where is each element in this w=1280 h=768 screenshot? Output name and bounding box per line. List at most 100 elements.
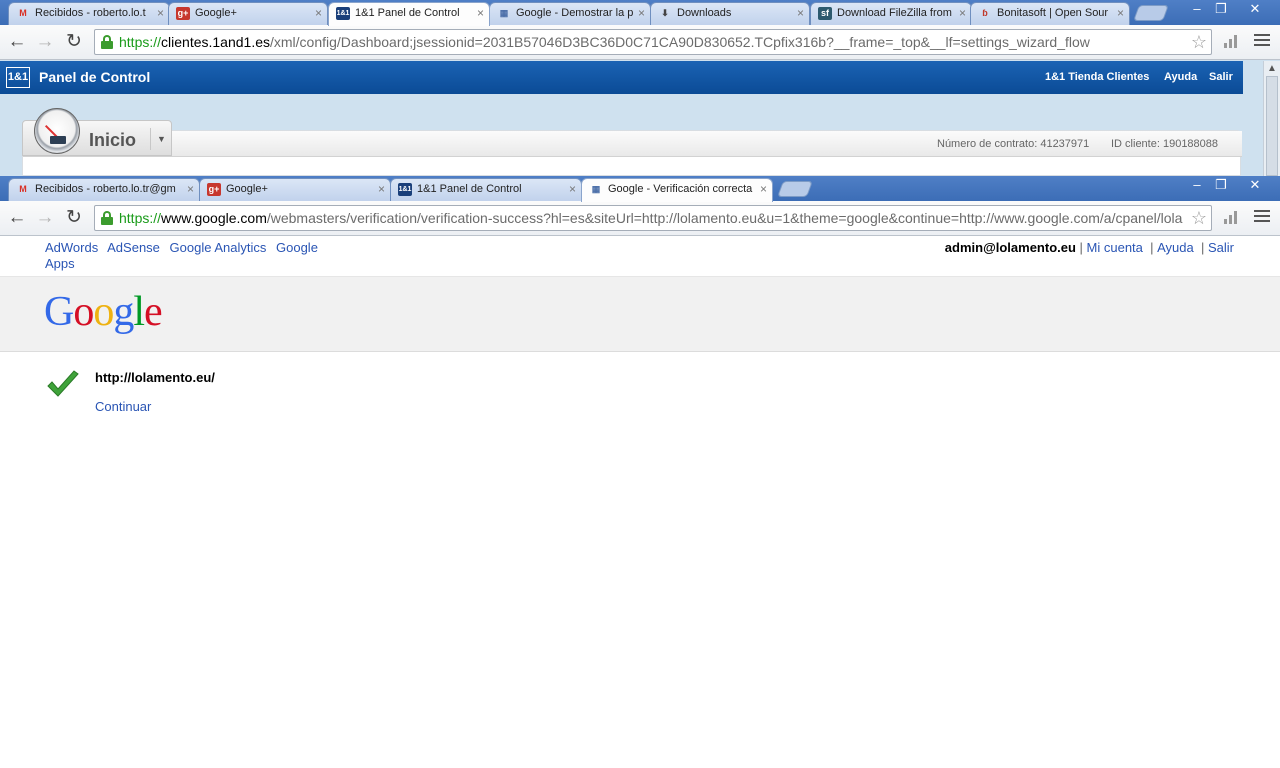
analytics-link[interactable]: Google Analytics — [170, 240, 267, 255]
restore-icon[interactable]: ❐ — [1208, 0, 1234, 20]
close-icon[interactable]: × — [760, 179, 767, 200]
tab-title: Google - Demostrar la p — [516, 7, 634, 19]
close-icon[interactable]: × — [638, 3, 645, 24]
forward-icon[interactable]: → — [33, 206, 57, 230]
new-tab-button[interactable] — [1133, 5, 1169, 21]
google-logo: Google — [44, 288, 163, 336]
menu-icon[interactable] — [1254, 210, 1270, 224]
close-icon[interactable]: × — [187, 179, 194, 200]
chevron-down-icon[interactable]: ▼ — [150, 128, 172, 150]
new-tab-button[interactable] — [777, 181, 813, 197]
checkmark-icon — [47, 370, 79, 397]
minimize-icon[interactable]: – — [1184, 176, 1210, 196]
address-bar[interactable]: https://www.google.com/webmasters/verifi… — [94, 205, 1212, 231]
reload-icon[interactable]: ↻ — [62, 30, 86, 54]
close-window-icon[interactable]: ✕ — [1240, 0, 1270, 20]
logo-letter: o — [93, 289, 114, 335]
panel-header: 1&1 Panel de Control 1&1 Tienda Clientes… — [0, 61, 1243, 94]
google-page-icon: ▦ — [499, 8, 509, 18]
tab-google-verificacion[interactable]: ▦ Google - Verificación correcta × — [581, 178, 773, 202]
signal-bars-icon[interactable] — [1224, 210, 1238, 224]
verified-site-url: http://lolamento.eu/ — [95, 370, 215, 385]
lock-icon — [101, 35, 113, 49]
tab-1and1-panel[interactable]: 1&1 1&1 Panel de Control × — [328, 2, 490, 26]
adsense-link[interactable]: AdSense — [107, 240, 160, 255]
google-header — [0, 276, 1280, 352]
google-product-links: AdWords AdSense Google Analytics Google … — [45, 240, 345, 272]
logo-letter: g — [113, 289, 134, 335]
logo-letter: l — [133, 289, 145, 335]
url-host: clientes.1and1.es — [161, 34, 270, 50]
tab-gmail[interactable]: M Recibidos - roberto.lo.tr@gm × — [8, 178, 200, 201]
menu-icon[interactable] — [1254, 34, 1270, 48]
mi-cuenta-link[interactable]: Mi cuenta — [1087, 240, 1143, 255]
reload-icon[interactable]: ↻ — [62, 206, 86, 230]
restore-icon[interactable]: ❐ — [1208, 176, 1234, 196]
ayuda-link[interactable]: Ayuda — [1164, 71, 1197, 83]
inicio-label: Inicio — [89, 130, 137, 150]
back-icon[interactable]: ← — [5, 30, 29, 54]
address-bar[interactable]: https://clientes.1and1.es/xml/config/Das… — [94, 29, 1212, 55]
tab-title: Recibidos - roberto.lo.tr@gm — [35, 183, 176, 195]
url-path: /webmasters/verification/verification-su… — [266, 210, 1183, 226]
browser-toolbar: ← → ↻ https://clientes.1and1.es/xml/conf… — [0, 25, 1280, 60]
forward-icon[interactable]: → — [33, 30, 57, 54]
logo-letter: e — [144, 289, 163, 335]
lock-icon — [101, 211, 113, 225]
tab-bonitasoft[interactable]: ɓ Bonitasoft | Open Sour × — [970, 2, 1130, 25]
close-icon[interactable]: × — [959, 3, 966, 24]
google-plus-icon: g+ — [176, 7, 190, 20]
tab-downloads[interactable]: ⬇ Downloads × — [650, 2, 810, 25]
tab-gmail[interactable]: M Recibidos - roberto.lo.t × — [8, 2, 170, 25]
adwords-link[interactable]: AdWords — [45, 240, 98, 255]
close-icon[interactable]: × — [315, 3, 322, 24]
tab-title: Google+ — [226, 183, 268, 195]
url-host: www.google.com — [161, 210, 267, 226]
background-browser-window: M Recibidos - roberto.lo.t × g+ Google+ … — [0, 0, 1280, 176]
close-window-icon[interactable]: ✕ — [1240, 176, 1270, 196]
close-icon[interactable]: × — [1117, 3, 1124, 24]
google-plus-icon: g+ — [207, 183, 221, 196]
url-scheme: https:// — [119, 210, 162, 226]
scroll-up-icon[interactable]: ▲ — [1267, 63, 1277, 74]
close-icon[interactable]: × — [797, 3, 804, 24]
tab-google-plus[interactable]: g+ Google+ × — [168, 2, 328, 25]
back-icon[interactable]: ← — [5, 206, 29, 230]
continue-link[interactable]: Continuar — [95, 399, 151, 414]
close-icon[interactable]: × — [157, 3, 164, 24]
bookmark-star-icon[interactable]: ☆ — [1191, 206, 1207, 230]
tab-title: Bonitasoft | Open Sour — [997, 7, 1109, 19]
panel-title: Panel de Control — [39, 69, 151, 85]
tab-title: Recibidos - roberto.lo.t — [35, 7, 146, 19]
user-email: admin@lolamento.eu — [944, 240, 1076, 255]
close-icon[interactable]: × — [569, 179, 576, 200]
tienda-clientes-link[interactable]: 1&1 Tienda Clientes — [1045, 71, 1149, 83]
close-icon[interactable]: × — [378, 179, 385, 200]
tab-google-demostrar[interactable]: ▦ Google - Demostrar la p × — [489, 2, 651, 25]
inicio-panel — [22, 130, 1242, 176]
tab-filezilla[interactable]: sf Download FileZilla from × — [810, 2, 972, 25]
foreground-browser-window: M Recibidos - roberto.lo.tr@gm × g+ Goog… — [0, 176, 1280, 768]
close-icon[interactable]: × — [477, 3, 484, 24]
sourceforge-icon: sf — [818, 7, 832, 20]
tab-google-plus[interactable]: g+ Google+ × — [199, 178, 391, 201]
tab-title: Download FileZilla from — [837, 7, 952, 19]
salir-link[interactable]: Salir — [1209, 71, 1233, 83]
signal-bars-icon[interactable] — [1224, 34, 1238, 48]
tab-title: Downloads — [677, 7, 732, 19]
salir-link[interactable]: Salir — [1208, 240, 1234, 255]
tab-title: 1&1 Panel de Control — [417, 183, 522, 195]
tab-title: Google+ — [195, 7, 237, 19]
ayuda-link[interactable]: Ayuda — [1157, 240, 1194, 255]
user-bar: admin@lolamento.eu | Mi cuenta | Ayuda |… — [944, 240, 1234, 255]
scrollbar-thumb[interactable] — [1266, 76, 1278, 176]
browser-toolbar: ← → ↻ https://www.google.com/webmasters/… — [0, 201, 1280, 236]
url-scheme: https:// — [119, 34, 162, 50]
scrollbar[interactable]: ▲ — [1263, 61, 1280, 176]
bookmark-star-icon[interactable]: ☆ — [1191, 30, 1207, 54]
oneandone-logo: 1&1 — [6, 67, 30, 88]
minimize-icon[interactable]: – — [1184, 0, 1210, 20]
tab-1and1-panel[interactable]: 1&1 1&1 Panel de Control × — [390, 178, 582, 201]
tab-title: Google - Verificación correcta — [608, 183, 753, 195]
tab-title: 1&1 Panel de Control — [355, 7, 460, 19]
